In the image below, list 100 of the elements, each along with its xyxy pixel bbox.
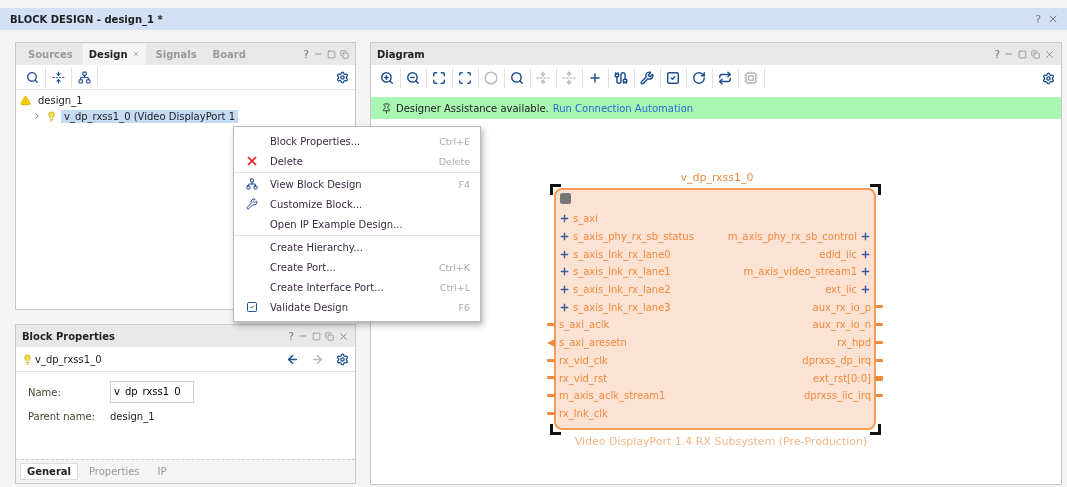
tree-item[interactable]: v_dp_rxss1_0 (Video DisplayPort 1 <box>61 109 239 123</box>
menu-item[interactable]: Delete Delete <box>234 151 480 171</box>
menu-item[interactable]: Open IP Example Design... <box>234 214 480 234</box>
menu-item[interactable]: Customize Block... <box>234 194 480 214</box>
pin-stub[interactable] <box>875 376 883 382</box>
hierarchy-icon <box>246 178 258 190</box>
close-icon[interactable] <box>338 330 349 342</box>
float-icon[interactable] <box>325 331 334 341</box>
field-value: design_1 <box>110 410 155 422</box>
bus-port-icon[interactable] <box>559 248 570 260</box>
port-label: rx_lnk_clk <box>559 407 608 419</box>
delete-icon <box>245 154 259 168</box>
connector-icon[interactable] <box>611 68 635 88</box>
pin-stub[interactable] <box>547 358 555 362</box>
port-label: s_axis_phy_rx_sb_status <box>573 231 694 243</box>
name-field[interactable]: v_dp_rxss1_0 <box>110 381 194 403</box>
block-subtitle: Video DisplayPort 1.4 RX Subsystem (Pre-Production) <box>573 435 869 448</box>
help-button[interactable]: ? <box>288 329 294 343</box>
maximize-icon[interactable] <box>327 49 336 59</box>
float-icon[interactable] <box>340 49 349 59</box>
pin-stub[interactable] <box>547 393 555 397</box>
ip-block[interactable] <box>545 188 885 430</box>
bus-port-icon[interactable] <box>860 266 871 278</box>
close-icon[interactable] <box>1047 13 1059 25</box>
port-label: s_axi_aresetn <box>559 337 627 349</box>
port-label: ext_iic <box>825 284 857 296</box>
checkbox-icon <box>246 301 258 313</box>
window-title: BLOCK DESIGN - design_1 * <box>10 13 163 25</box>
selection-corner <box>550 184 561 195</box>
selection-corner <box>550 424 561 435</box>
warning-icon <box>20 94 31 106</box>
maximize-icon[interactable] <box>1018 49 1027 59</box>
help-button[interactable]: ? <box>994 47 1000 61</box>
pin-stub[interactable] <box>547 376 555 380</box>
settings-icon[interactable] <box>336 352 349 366</box>
field-label: Name: <box>28 386 62 398</box>
bus-port-icon[interactable] <box>860 231 871 243</box>
menu-item[interactable]: Create Port... Ctrl+K <box>234 257 480 277</box>
port-label: rx_vid_rst <box>559 372 608 384</box>
bus-port-icon[interactable] <box>559 284 570 296</box>
wrench-icon <box>246 198 258 210</box>
port-label: s_axis_lnk_rx_lane0 <box>573 248 671 260</box>
menu-item[interactable]: Create Hierarchy... <box>234 237 480 257</box>
port-label: s_axis_lnk_rx_lane1 <box>573 266 671 278</box>
panel-tab[interactable]: Design <box>82 43 146 65</box>
bus-port-icon[interactable] <box>860 284 871 296</box>
bus-port-icon[interactable] <box>559 301 570 313</box>
port-label: aux_rx_io_p <box>812 301 871 313</box>
panel-title: Diagram <box>377 48 425 60</box>
field-label: Parent name: <box>28 410 96 422</box>
pin-stub[interactable] <box>875 358 883 362</box>
pin-stub[interactable] <box>875 323 883 327</box>
help-button[interactable]: ? <box>1035 12 1041 26</box>
forward-icon[interactable] <box>311 352 324 366</box>
port-label: rx_hpd <box>837 337 871 349</box>
bus-port-icon[interactable] <box>860 248 871 260</box>
back-icon[interactable] <box>286 352 299 366</box>
close-icon[interactable] <box>1044 48 1055 60</box>
connection-automation-link[interactable]: Run Connection Automation <box>552 102 694 114</box>
port-label: m_axis_video_stream1 <box>743 266 857 278</box>
wrench-icon[interactable] <box>637 68 661 88</box>
object-name: v_dp_rxss1_0 <box>35 353 102 365</box>
bus-port-icon[interactable] <box>559 213 570 225</box>
maximize-icon[interactable] <box>312 331 321 341</box>
port-label: rx_vid_clk <box>559 354 608 366</box>
port-label: m_axis_phy_rx_sb_control <box>727 231 857 243</box>
panel-tab[interactable]: General <box>20 463 78 480</box>
bulb-icon <box>22 353 33 365</box>
port-label: s_axi_aclk <box>559 319 610 331</box>
port-label: edid_iic <box>819 248 857 260</box>
port-label: ext_rst[0:0] <box>813 372 871 384</box>
pin-stub[interactable] <box>875 393 883 397</box>
menu-item[interactable]: Create Interface Port... Ctrl+L <box>234 277 480 297</box>
help-button[interactable]: ? <box>303 47 309 61</box>
settings-icon[interactable] <box>336 70 349 84</box>
port-label: s_axis_lnk_rx_lane3 <box>573 301 671 313</box>
panel-title: Block Properties <box>22 330 115 342</box>
port-label: dprxss_iic_irq <box>804 390 871 402</box>
pin-stub[interactable] <box>547 323 555 327</box>
pin-icon <box>381 102 392 114</box>
tree-item[interactable]: design_1 <box>35 93 86 107</box>
port-label: s_axis_lnk_rx_lane2 <box>573 284 671 296</box>
menu-item[interactable]: Block Properties... Ctrl+E <box>234 131 480 151</box>
block-name: v_dp_rxss1_0 <box>679 171 755 184</box>
float-icon[interactable] <box>1031 49 1040 59</box>
pin-stub[interactable] <box>875 305 883 309</box>
pin-stub[interactable] <box>547 411 555 415</box>
port-label: m_axis_aclk_stream1 <box>559 390 666 402</box>
port-label: aux_rx_io_n <box>812 319 871 331</box>
selection-corner <box>870 424 881 435</box>
bulb-icon <box>46 110 57 122</box>
port-label: dprxss_dp_irq <box>802 354 871 366</box>
banner-text: Designer Assistance available. <box>396 102 549 114</box>
close-icon[interactable] <box>131 50 140 58</box>
bus-port-icon[interactable] <box>559 266 570 278</box>
menu-item[interactable]: Validate Design F6 <box>234 297 480 317</box>
menu-item[interactable]: View Block Design F4 <box>234 174 480 194</box>
settings-icon[interactable] <box>1042 71 1055 85</box>
pin-stub[interactable] <box>875 340 883 344</box>
bus-port-icon[interactable] <box>559 231 570 243</box>
